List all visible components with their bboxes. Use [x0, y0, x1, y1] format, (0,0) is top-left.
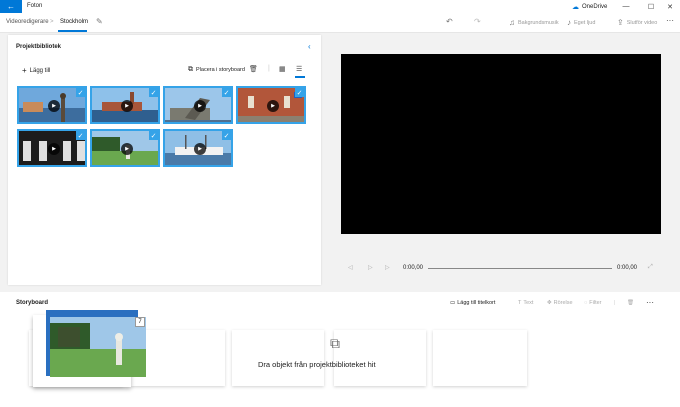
- more-options-button[interactable]: ···: [666, 16, 674, 25]
- breadcrumb-separator: >: [50, 19, 54, 25]
- thumb-boat-harbor[interactable]: ▶ ✓: [163, 129, 233, 167]
- trash-icon[interactable]: 🗑: [249, 65, 258, 73]
- music-note-icon: ♫: [509, 18, 515, 27]
- place-label: Placera i storyboard: [196, 67, 245, 73]
- thumb-cityhall-water[interactable]: ▶ ✓: [90, 86, 160, 124]
- play-icon: ▶: [121, 143, 133, 155]
- list-view-icon[interactable]: ☰: [296, 65, 302, 73]
- minimize-button[interactable]: —: [616, 0, 636, 13]
- place-in-storyboard-button[interactable]: ⧉ Placera i storyboard: [188, 66, 245, 74]
- pencil-icon[interactable]: ✎: [96, 17, 103, 26]
- thumb-statue-sky[interactable]: ▶ ✓: [163, 86, 233, 124]
- play-icon: ▶: [194, 143, 206, 155]
- custom-audio-label: Eget ljud: [574, 19, 596, 26]
- text-button[interactable]: T Text: [518, 300, 533, 306]
- app-title: Foton: [27, 3, 43, 9]
- next-frame-icon[interactable]: ▷: [385, 264, 390, 271]
- back-arrow-icon: ←: [7, 2, 15, 11]
- storyboard-title: Storyboard: [16, 300, 49, 306]
- close-button[interactable]: ✕: [660, 0, 680, 13]
- play-button-icon[interactable]: ▷: [368, 264, 373, 271]
- checkmark-icon[interactable]: ✓: [76, 131, 85, 140]
- audio-icon: ♪: [567, 18, 571, 27]
- project-name[interactable]: Stockholm: [60, 19, 88, 25]
- background-music-label: Bakgrundsmusik: [518, 19, 559, 26]
- export-icon: ⇪: [617, 18, 624, 27]
- play-icon: ▶: [267, 100, 279, 112]
- motion-icon: ✥: [547, 300, 552, 306]
- grid-view-icon[interactable]: ▦: [279, 65, 286, 73]
- finish-video-label: Slutför video: [626, 19, 658, 26]
- filters-button[interactable]: ◌ Filter: [584, 300, 602, 306]
- playback-scrubber[interactable]: [428, 268, 612, 269]
- storyboard-place-icon: ⧉: [188, 66, 193, 73]
- cloud-icon: ☁: [572, 4, 579, 11]
- play-icon: ▶: [194, 100, 206, 112]
- trash-icon[interactable]: 🗑: [627, 300, 634, 306]
- view-selected-indicator: [295, 76, 305, 78]
- play-icon: ▶: [121, 100, 133, 112]
- thumb-statue-harbor[interactable]: ▶ ✓: [17, 86, 87, 124]
- checkmark-icon[interactable]: ✓: [76, 88, 85, 97]
- add-button[interactable]: + Lägg till: [22, 66, 50, 75]
- plus-icon: +: [22, 66, 27, 75]
- divider: |: [268, 65, 270, 72]
- thumb-brick-courtyard[interactable]: ▶ ✓: [236, 86, 306, 124]
- drop-images-icon: ⧉: [330, 335, 340, 351]
- storyboard-slot: [433, 330, 527, 386]
- text-label: Text: [523, 300, 534, 306]
- editor-toolbar: Videoredigerare > Stockholm ✎ ↶ ↷ ♫ Bakg…: [0, 13, 680, 33]
- maximize-button[interactable]: ☐: [641, 0, 661, 13]
- collapse-chevron-icon[interactable]: ‹: [308, 42, 311, 51]
- checkmark-icon[interactable]: ✓: [149, 88, 158, 97]
- add-title-card-label: Lägg till titelkort: [457, 300, 496, 306]
- thumb-arches-silhouette[interactable]: ▶ ✓: [17, 129, 87, 167]
- custom-audio-button[interactable]: ♪ Eget ljud: [567, 18, 595, 27]
- divider: |: [614, 300, 616, 306]
- fullscreen-icon[interactable]: ⤢: [648, 264, 653, 271]
- add-label: Lägg till: [29, 67, 51, 74]
- play-icon: ▶: [48, 143, 60, 155]
- filters-label: Filter: [589, 300, 602, 306]
- project-name-underline: [58, 30, 87, 32]
- drag-count-badge: 7: [135, 317, 145, 327]
- drop-hint: Dra objekt från projektbiblioteket hit: [258, 360, 376, 369]
- title-bar: ← Foton ☁ OneDrive — ☐ ✕: [0, 0, 680, 13]
- undo-icon[interactable]: ↶: [446, 17, 453, 26]
- background-music-button[interactable]: ♫ Bakgrundsmusik: [509, 18, 559, 27]
- onedrive-label: OneDrive: [582, 4, 608, 10]
- video-preview: [341, 54, 661, 234]
- motion-button[interactable]: ✥ Rörelse: [547, 300, 573, 306]
- checkmark-icon[interactable]: ✓: [149, 131, 158, 140]
- thumb-garden-statue[interactable]: ▶ ✓: [90, 129, 160, 167]
- previous-frame-icon[interactable]: ◁: [348, 264, 353, 271]
- current-time: 0:00,00: [403, 265, 424, 271]
- filter-icon: ◌: [584, 300, 588, 306]
- finish-video-button[interactable]: ⇪ Slutför video: [617, 18, 657, 27]
- storyboard-more-button[interactable]: ···: [646, 298, 654, 307]
- library-title: Projektbibliotek: [16, 44, 62, 50]
- storyboard-slot: [334, 330, 426, 386]
- title-card-icon: ▭: [450, 300, 456, 306]
- checkmark-icon[interactable]: ✓: [222, 88, 231, 97]
- play-icon: ▶: [48, 100, 60, 112]
- add-title-card-button[interactable]: ▭ Lägg till titelkort: [450, 300, 495, 306]
- drag-preview-image: [50, 317, 146, 377]
- redo-icon[interactable]: ↷: [474, 17, 481, 26]
- text-icon: T: [518, 300, 522, 306]
- checkmark-icon[interactable]: ✓: [295, 88, 304, 97]
- back-button[interactable]: ←: [0, 0, 22, 13]
- breadcrumb-video-editor[interactable]: Videoredigerare: [6, 19, 49, 25]
- total-time: 0:00,00: [617, 265, 638, 271]
- onedrive-status[interactable]: ☁ OneDrive: [572, 3, 607, 11]
- storyboard-slot-drop[interactable]: [232, 330, 324, 386]
- checkmark-icon[interactable]: ✓: [222, 131, 231, 140]
- motion-label: Rörelse: [553, 300, 573, 306]
